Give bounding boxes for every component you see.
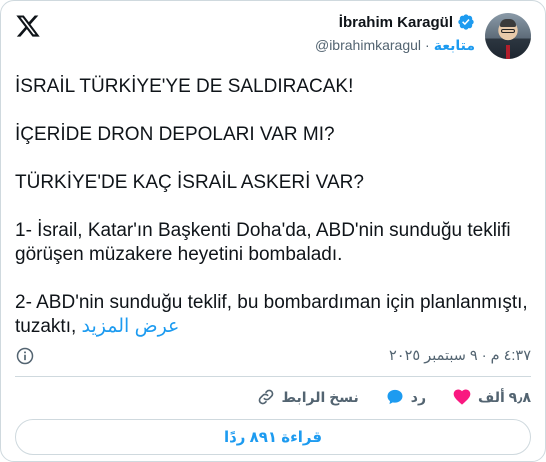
reply-label: رد: [410, 388, 427, 405]
x-logo-icon[interactable]: [15, 13, 41, 39]
action-bar: ٩٫٨ ألف رد نسخ الرابط: [15, 384, 531, 410]
link-icon: [258, 389, 273, 405]
author-block[interactable]: İbrahim Karagül متابعة·@ibrahimkaragul: [315, 13, 475, 54]
author-name[interactable]: İbrahim Karagül: [339, 14, 453, 31]
like-count: ٩٫٨ ألف: [478, 388, 531, 405]
copy-link-label: نسخ الرابط: [281, 388, 359, 405]
reply-action[interactable]: رد: [385, 387, 426, 407]
tweet-paragraph: TÜRKİYE'DE KAÇ İSRAİL ASKERİ VAR?: [15, 172, 364, 193]
timestamp[interactable]: ٤:٣٧ م · ٩ سبتمبر ٢٠٢٥: [389, 348, 531, 364]
like-action[interactable]: ٩٫٨ ألف: [452, 387, 531, 407]
show-more-link[interactable]: عرض المزيد: [82, 316, 180, 337]
tweet-text: İSRAİL TÜRKİYE'YE DE SALDIRACAK! İÇERİDE…: [15, 75, 533, 339]
author-handle[interactable]: @ibrahimkaragul: [315, 37, 421, 53]
read-replies-button[interactable]: قراءة ٨٩١ ردًا: [15, 419, 531, 455]
tweet-paragraph-last: 2- ABD'nin sunduğu teklif, bu bombardıma…: [15, 291, 533, 339]
meta-row: ٤:٣٧ م · ٩ سبتمبر ٢٠٢٥: [15, 345, 531, 367]
tweet-card: İbrahim Karagül متابعة·@ibrahimkaragul İ…: [0, 0, 546, 462]
copy-link-action[interactable]: نسخ الرابط: [256, 387, 359, 407]
tweet-paragraph: 1- İsrail, Katar'ın Başkenti Doha'da, AB…: [15, 220, 511, 265]
tweet-paragraph: İÇERİDE DRON DEPOLARI VAR MI?: [15, 124, 335, 145]
follow-button[interactable]: متابعة: [434, 37, 475, 53]
heart-icon: [453, 389, 471, 405]
verified-badge-icon: [458, 14, 474, 30]
info-icon[interactable]: [15, 346, 35, 366]
reply-bubble-icon: [387, 389, 403, 405]
separator-dot: ·: [425, 37, 430, 53]
tweet-paragraph: İSRAİL TÜRKİYE'YE DE SALDIRACAK!: [15, 76, 354, 97]
avatar[interactable]: [485, 13, 531, 59]
divider: [15, 376, 531, 377]
